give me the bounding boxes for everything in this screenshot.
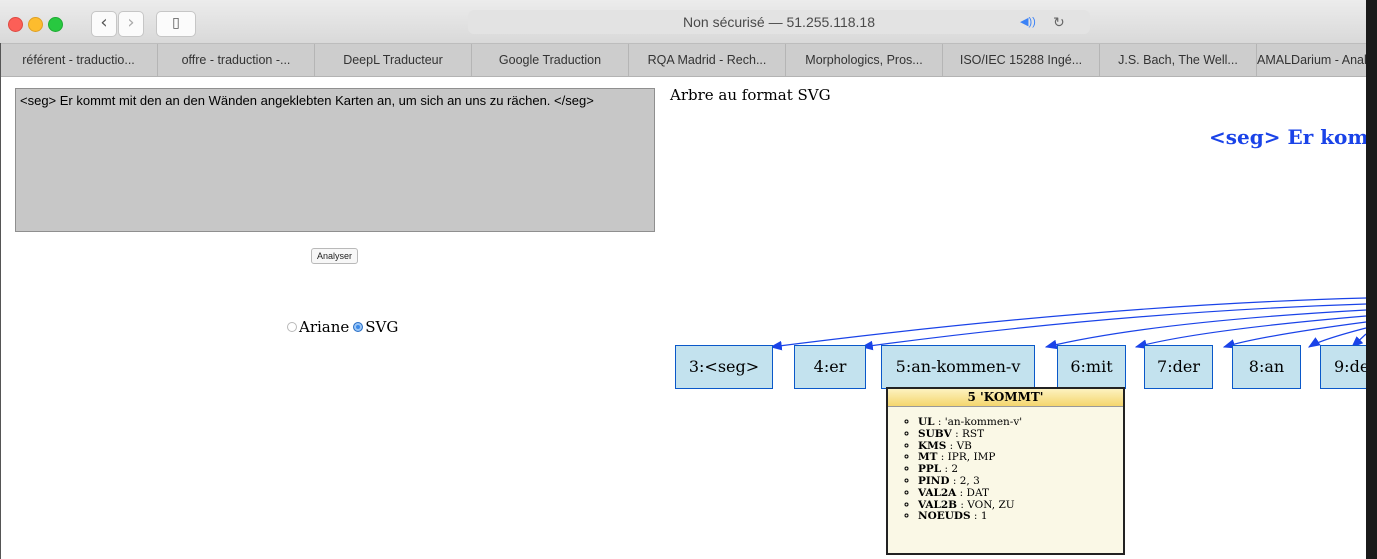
edge-to-node-6	[1134, 315, 1367, 349]
edge-to-node-3	[769, 297, 1367, 351]
edge-to-node-7	[1222, 321, 1367, 349]
popup-property-list: UL : 'an-kommen-v' SUBV : RST KMS : VB M…	[888, 416, 1123, 523]
tree-edges	[769, 297, 1367, 351]
radio-svg-label: SVG	[365, 318, 399, 336]
radio-svg[interactable]	[353, 322, 364, 332]
edge-to-node-4	[860, 303, 1367, 351]
window-left-border	[0, 43, 1, 559]
browser-titlebar: ‹ › ▯ Non sécurisé — 51.255.118.18 ◀)) ↻	[0, 0, 1377, 44]
tree-node[interactable]: 4:er	[794, 345, 866, 389]
popup-title: 5 'KOMMT'	[888, 389, 1123, 407]
radio-ariane-label: Ariane	[299, 318, 350, 336]
tree-node[interactable]: 3:<seg>	[675, 345, 773, 389]
bookmark-item[interactable]: DeepL Traducteur	[315, 44, 472, 76]
window-right-edge	[1366, 0, 1377, 559]
radio-ariane[interactable]	[287, 322, 297, 332]
sidebar-icon: ▯	[172, 15, 180, 31]
popup-property: SUBV : RST	[918, 428, 1123, 441]
bookmark-item[interactable]: référent - traductio...	[0, 44, 158, 76]
chevron-left-icon: ‹	[100, 12, 108, 33]
output-format-radio-group: Ariane SVG	[287, 318, 398, 336]
bookmarks-bar: référent - traductio... offre - traducti…	[0, 44, 1377, 77]
bookmark-item[interactable]: Google Traduction	[472, 44, 629, 76]
minimize-window-button[interactable]	[28, 17, 43, 32]
sidebar-toggle-button[interactable]: ▯	[156, 11, 196, 37]
bookmark-item[interactable]: ISO/IEC 15288 Ingé...	[943, 44, 1100, 76]
tree-node[interactable]: 8:an	[1232, 345, 1301, 389]
tree-node[interactable]: 7:der	[1144, 345, 1213, 389]
tree-node[interactable]: 5:an-kommen-v	[881, 345, 1035, 389]
sentence-input[interactable]	[15, 88, 655, 232]
chevron-right-icon: ›	[127, 12, 135, 33]
address-bar[interactable]: Non sécurisé — 51.255.118.18 ◀)) ↻	[468, 10, 1090, 34]
segment-title: <seg> Er komm	[1209, 125, 1377, 149]
url-text: Non sécurisé — 51.255.118.18	[683, 14, 875, 30]
edge-to-node-5	[1044, 309, 1367, 350]
audio-icon[interactable]: ◀))	[1020, 10, 1036, 34]
close-window-button[interactable]	[8, 17, 23, 32]
bookmark-item[interactable]: Morphologics, Pros...	[786, 44, 943, 76]
bookmark-item[interactable]: J.S. Bach, The Well...	[1100, 44, 1257, 76]
zoom-window-button[interactable]	[48, 17, 63, 32]
popup-property: NOEUDS : 1	[918, 510, 1123, 523]
tree-heading: Arbre au format SVG	[670, 86, 831, 104]
bookmark-item[interactable]: offre - traduction -...	[158, 44, 315, 76]
node-info-popup: 5 'KOMMT' UL : 'an-kommen-v' SUBV : RST …	[886, 387, 1125, 555]
bookmark-item[interactable]: RQA Madrid - Rech...	[629, 44, 786, 76]
analyse-button[interactable]: Analyser	[311, 248, 359, 264]
bookmark-item[interactable]: AMALDarium - Anal...	[1257, 44, 1375, 76]
forward-button[interactable]: ›	[118, 11, 144, 37]
back-button[interactable]: ‹	[91, 11, 117, 37]
tree-node[interactable]: 6:mit	[1057, 345, 1126, 389]
reload-icon[interactable]: ↻	[1053, 10, 1065, 34]
